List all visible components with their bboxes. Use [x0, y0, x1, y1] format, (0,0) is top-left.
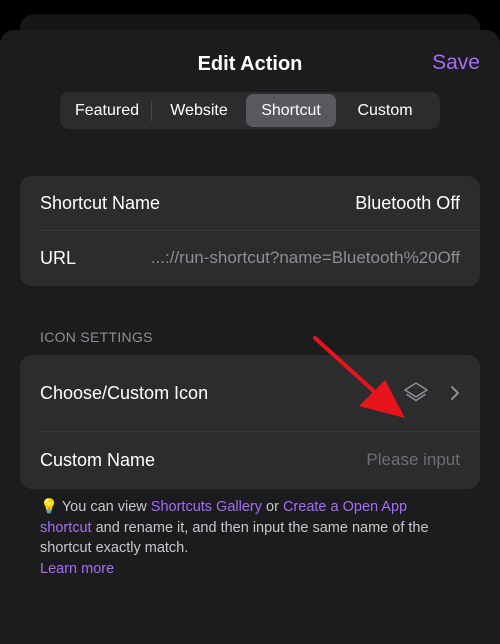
help-text-part3: and rename it, and then input the same n… [40, 519, 429, 557]
custom-name-label: Custom Name [40, 449, 156, 470]
icon-settings-section-title: ICON SETTINGS [40, 329, 153, 345]
shortcut-name-label: Shortcut Name [40, 192, 161, 213]
header: Edit Action Save [0, 48, 500, 82]
icon-settings-card: Choose/Custom Icon Custom Name Please in… [20, 355, 480, 489]
shortcut-card: Shortcut Name Bluetooth Off URL ...://ru… [20, 176, 480, 286]
url-value[interactable]: ...://run-shortcut?name=Bluetooth%20Off [151, 248, 460, 268]
choose-icon-accessory [402, 380, 460, 406]
action-type-segmented-control: Featured Website Shortcut Custom [60, 92, 440, 129]
tab-website[interactable]: Website [152, 94, 246, 127]
url-row[interactable]: URL ...://run-shortcut?name=Bluetooth%20… [20, 230, 480, 286]
shortcuts-gallery-link[interactable]: Shortcuts Gallery [151, 499, 262, 515]
custom-name-input[interactable]: Please input [366, 450, 460, 470]
learn-more-link[interactable]: Learn more [40, 561, 114, 577]
shortcut-name-row[interactable]: Shortcut Name Bluetooth Off [20, 176, 480, 230]
help-text-part1: You can view [58, 499, 151, 515]
layers-icon[interactable] [402, 380, 430, 406]
url-label: URL [40, 247, 77, 268]
page-title: Edit Action [197, 53, 303, 75]
tab-shortcut[interactable]: Shortcut [246, 94, 336, 127]
shortcut-name-value[interactable]: Bluetooth Off [355, 193, 460, 214]
choose-icon-row[interactable]: Choose/Custom Icon [20, 355, 480, 431]
save-button[interactable]: Save [432, 51, 480, 75]
lightbulb-icon: 💡 [40, 499, 59, 515]
custom-name-row[interactable]: Custom Name Please input [20, 431, 480, 489]
tab-custom[interactable]: Custom [336, 94, 434, 127]
tab-featured[interactable]: Featured [63, 94, 151, 127]
chevron-right-icon [451, 386, 459, 400]
help-text-part2: or [262, 499, 283, 515]
choose-icon-label: Choose/Custom Icon [40, 382, 209, 403]
help-text: 💡 You can view Shortcuts Gallery or Crea… [40, 497, 460, 579]
